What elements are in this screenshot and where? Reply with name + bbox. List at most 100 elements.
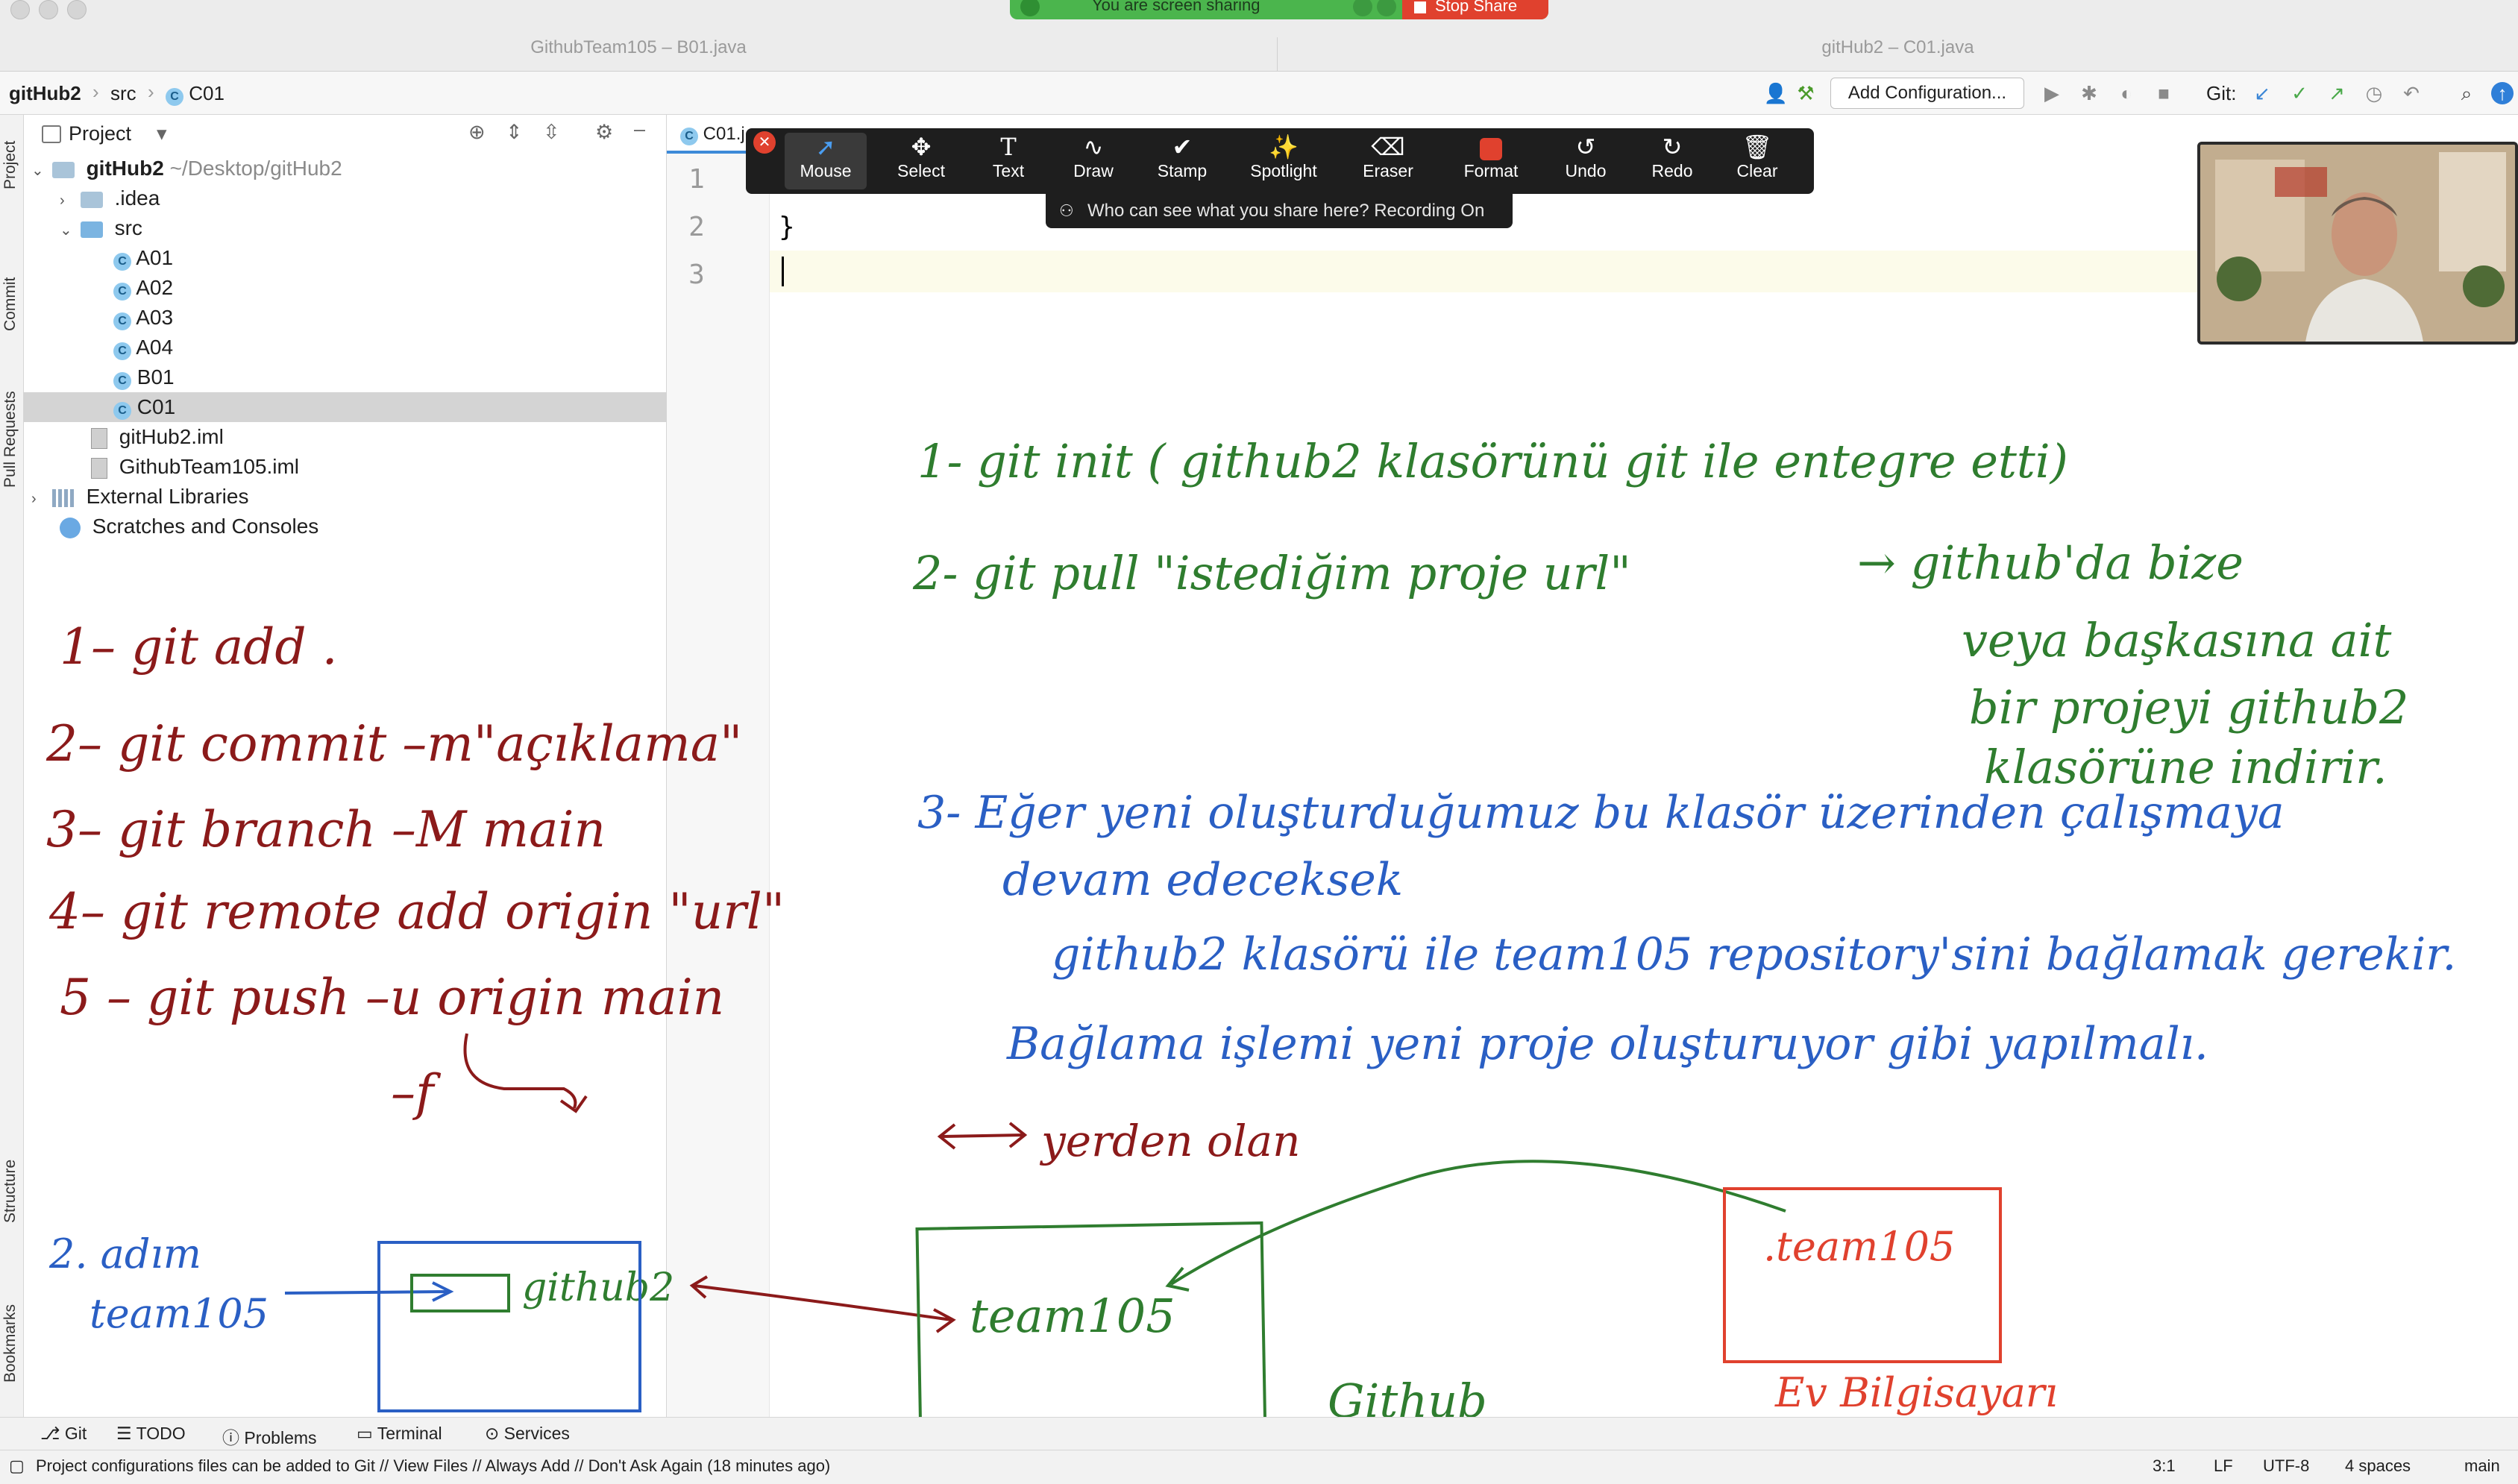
annotate-undo-button[interactable]: ↺ Undo [1548,133,1623,189]
line-number: 2 [688,212,705,242]
tree-item-class[interactable]: C A01 [24,243,667,273]
tree-item-idea[interactable]: › .idea [24,183,667,213]
share-status-icon [1020,0,1040,16]
participant-video[interactable] [2197,142,2518,345]
tree-item-label: GithubTeam105.iml [119,455,300,478]
coverage-icon[interactable]: ◐ [2114,81,2139,106]
annotate-select-button[interactable]: ✥ Select [880,133,962,189]
person-lock-icon: ⚇ [1059,201,1074,220]
tool-window-services[interactable]: ⊙ Services [485,1424,570,1444]
history-icon[interactable]: ◷ [2361,81,2387,106]
annotate-eraser-button[interactable]: ⌫ Eraser [1347,133,1429,189]
eraser-icon: ⌫ [1371,133,1405,160]
caret-position[interactable]: 3:1 [2153,1456,2176,1476]
redo-icon: ↻ [1662,133,1683,160]
stripe-tab-project[interactable]: Project [1,141,19,189]
window-title-left: GithubTeam105 – B01.java [530,37,747,57]
chevron-right-icon: › [60,192,65,209]
add-configuration-button[interactable]: Add Configuration... [1830,78,2024,109]
tool-window-problems[interactable]: ⓘ Problems [222,1424,317,1449]
chevron-down-icon[interactable]: ▾ [157,122,167,145]
stop-icon[interactable]: ■ [2151,81,2176,106]
class-icon: C [113,312,131,330]
git-update-icon[interactable]: ↙ [2249,81,2275,106]
stripe-tab-structure[interactable]: Structure [1,1160,19,1223]
search-icon[interactable]: ⌕ [2454,81,2479,106]
zoom-window-button[interactable] [67,0,87,19]
tool-window-todo[interactable]: ☰ TODO [116,1424,186,1444]
git-label: Git: [2206,82,2237,104]
status-message[interactable]: Project configurations files can be adde… [36,1456,830,1476]
minimize-window-button[interactable] [39,0,58,19]
file-encoding[interactable]: UTF-8 [2263,1456,2309,1476]
participants-icon[interactable] [1353,0,1372,16]
annotate-spotlight-button[interactable]: ✨ Spotlight [1235,133,1332,189]
tree-item-label: src [114,216,142,239]
annotate-mouse-button[interactable]: ➚ Mouse [785,133,867,189]
status-window-icon[interactable]: ▢ [9,1456,25,1476]
tree-item-iml[interactable]: gitHub2.iml [24,422,667,452]
tool-window-label: Services [503,1424,570,1443]
class-icon: C [113,253,131,271]
breadcrumb-file[interactable]: C C01 [166,82,225,106]
stripe-tab-commit[interactable]: Commit [1,277,19,331]
tree-item-scratches[interactable]: Scratches and Consoles [24,512,667,541]
editor-tab-label: C01.j [703,124,745,144]
tree-item-src[interactable]: ⌄ src [24,213,667,243]
tree-item-iml[interactable]: GithubTeam105.iml [24,452,667,482]
run-icon[interactable]: ▶ [2039,81,2065,106]
locate-icon[interactable]: ⊕ [468,121,486,144]
stop-share-button[interactable]: Stop Share [1402,0,1548,19]
tree-item-project-root[interactable]: ⌄ gitHub2 ~/Desktop/gitHub2 [24,154,667,183]
user-icon[interactable]: 👤 [1763,81,1789,106]
tree-item-external-libraries[interactable]: › External Libraries [24,482,667,512]
build-hammer-icon[interactable]: ⚒ [1793,81,1818,106]
chevron-right-icon: › [148,81,154,103]
tool-window-git[interactable]: ⎇ Git [40,1424,87,1444]
tree-item-class[interactable]: C A04 [24,333,667,362]
annotate-redo-button[interactable]: ↻ Redo [1635,133,1709,189]
gear-icon[interactable]: ⚙ [595,121,613,144]
tool-window-label: Problems [244,1428,317,1447]
tree-item-label: C01 [136,395,176,418]
annotate-text-button[interactable]: T Text [971,133,1046,189]
git-commit-icon[interactable]: ✓ [2287,81,2312,106]
stripe-tab-pull-requests[interactable]: Pull Requests [1,391,19,488]
git-push-icon[interactable]: ↗ [2324,81,2349,106]
left-tool-stripe: Project Commit Pull Requests Structure B… [0,115,24,1417]
recording-notice[interactable]: ⚇ Who can see what you share here? Recor… [1046,194,1513,228]
close-annotation-icon[interactable]: ✕ [753,131,776,154]
annotate-format-button[interactable]: Format [1450,133,1532,189]
stripe-tab-bookmarks[interactable]: Bookmarks [1,1304,19,1383]
checkmark-icon: ✔ [1172,133,1193,160]
annotate-stamp-button[interactable]: ✔ Stamp [1141,133,1223,189]
annotate-tool-label: Draw [1073,161,1114,180]
code-line[interactable]: } [779,212,795,242]
expand-all-icon[interactable]: ⇕ [506,121,523,144]
indent-setting[interactable]: 4 spaces [2345,1456,2411,1476]
annotate-draw-button[interactable]: ∿ Draw [1056,133,1131,189]
update-icon[interactable]: ↑ [2491,82,2514,104]
rollback-icon[interactable]: ↶ [2399,81,2424,106]
debug-icon[interactable]: ✱ [2076,81,2102,106]
line-separator[interactable]: LF [2214,1456,2233,1476]
project-view-selector[interactable]: Project [69,122,131,145]
breadcrumb-project[interactable]: gitHub2 [9,82,81,105]
collapse-all-icon[interactable]: ⇳ [543,121,560,144]
navigation-bar: gitHub2 › src › C C01 👤 ⚒ Add Configurat… [0,72,2518,115]
hide-panel-icon[interactable]: – [634,118,645,141]
chevron-down-icon: ⌄ [60,222,72,239]
tool-window-bar: ⎇ Git ☰ TODO ⓘ Problems ▭ Terminal ⊙ Ser… [0,1417,2518,1450]
annotate-clear-button[interactable]: 🗑 Clear [1720,133,1795,189]
breadcrumb-src[interactable]: src [110,82,136,105]
tree-item-label: .idea [114,186,160,210]
git-branch[interactable]: main [2464,1456,2500,1476]
close-window-button[interactable] [10,0,30,19]
tree-item-class[interactable]: C B01 [24,362,667,392]
tree-item-class[interactable]: C A03 [24,303,667,333]
tool-window-terminal[interactable]: ▭ Terminal [357,1424,442,1444]
tree-item-class-selected[interactable]: C C01 [24,392,667,422]
tree-item-class[interactable]: C A02 [24,273,667,303]
chevron-down-icon: ⌄ [31,163,44,179]
window-title-right: gitHub2 – C01.java [1277,37,2518,72]
